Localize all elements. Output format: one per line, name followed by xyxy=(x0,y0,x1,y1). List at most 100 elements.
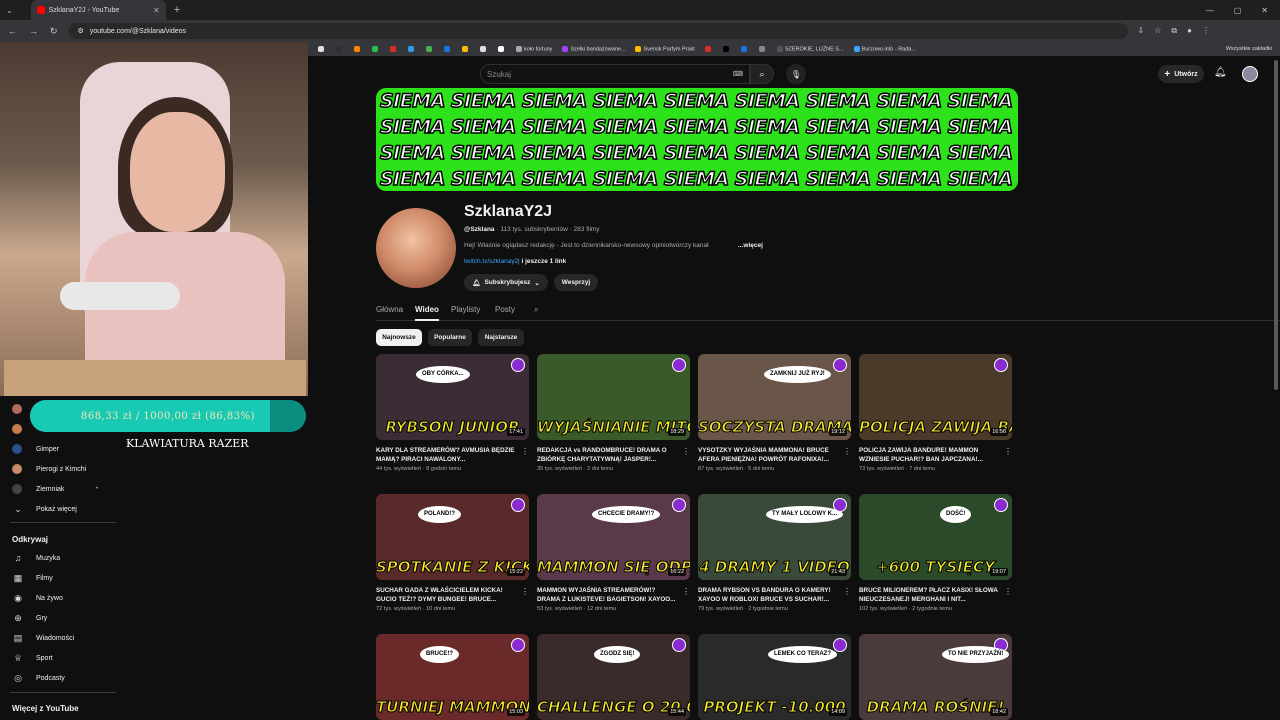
video-menu-icon[interactable]: ⋮ xyxy=(521,587,529,596)
channel-description[interactable]: Hej! Właśnie oglądasz redakcję - Jest to… xyxy=(464,242,709,249)
tab-search-icon[interactable]: ⌄ xyxy=(6,6,13,15)
chip-newest[interactable]: Najnowsze xyxy=(376,329,422,346)
close-tab-icon[interactable]: ✕ xyxy=(153,6,160,15)
back-icon[interactable]: ← xyxy=(8,26,17,37)
video-card[interactable]: TY MAŁY LOLOWY K... 4 DRAMY 1 VIDEO 21:43 D… xyxy=(698,494,851,612)
sidebar-subscription[interactable] xyxy=(12,424,36,434)
bookmark-item[interactable] xyxy=(740,45,749,52)
bell-icon[interactable]: 🔔︎ xyxy=(1214,67,1227,78)
subscribe-button[interactable]: 🔔︎ Subskrybujesz ⌄ xyxy=(464,274,548,291)
new-tab-icon[interactable]: + xyxy=(174,4,180,16)
video-menu-icon[interactable]: ⋮ xyxy=(1004,587,1012,596)
sidebar-item-news[interactable]: ▤ Wiadomości xyxy=(12,633,74,644)
profile-icon[interactable]: ● xyxy=(1187,26,1192,36)
all-bookmarks[interactable]: Wszystkie zakładki xyxy=(1226,46,1280,52)
video-card[interactable]: CHCECIE DRAMY!? MAMMON SIĘ ODPALIŁ16:22 MA… xyxy=(537,494,690,612)
sidebar-item-live[interactable]: ◉ Na żywo xyxy=(12,593,63,604)
video-card[interactable]: DOŚĆ! +600 TYSIĘCY 19:07 BRUCE MILIONEREM? … xyxy=(859,494,1012,612)
page-scrollbar[interactable] xyxy=(1274,60,1278,390)
bookmark-item[interactable]: Burzowo.info - Rada... xyxy=(853,45,916,52)
sidebar-item-podcasts[interactable]: ◎ Podcasty xyxy=(12,673,65,684)
video-title[interactable]: BRUCE MILIONEREM? PŁACZ KASIX! SŁOWA NIE… xyxy=(859,586,1012,604)
minimize-icon[interactable]: — xyxy=(1206,6,1214,15)
video-thumbnail[interactable]: OBY CÓRKA... RYBSON JUNIOR 17:41 xyxy=(376,354,529,440)
bookmark-item[interactable] xyxy=(354,45,362,52)
bookmark-item[interactable] xyxy=(426,45,434,52)
user-avatar[interactable] xyxy=(1242,66,1258,82)
bookmark-item[interactable] xyxy=(390,45,398,52)
video-title[interactable]: REDAKCJA vs RANDOMBRUCE! DRAMA O ZBIÓRKĘ… xyxy=(537,446,690,464)
bookmark-item[interactable]: Svensk Parfym Prakt xyxy=(635,45,695,52)
menu-icon[interactable]: ⋮ xyxy=(1202,26,1210,36)
support-button[interactable]: Wesprzyj xyxy=(554,274,598,291)
bookmark-item[interactable] xyxy=(758,45,767,52)
video-thumbnail[interactable]: LEMEK CO TERAZ? PROJEKT -10.000 14:09 xyxy=(698,634,851,720)
sidebar-subscription[interactable] xyxy=(12,404,36,414)
video-card[interactable]: POLAND!? SPOTKANIE Z KICKIEM15:22 SUCHAR G… xyxy=(376,494,529,612)
bookmark-item[interactable] xyxy=(444,45,452,52)
bookmark-star-icon[interactable]: ☆ xyxy=(1154,26,1161,36)
sidebar-subscription-pierogi[interactable]: Pierogi z Kimchi xyxy=(12,464,86,474)
bookmark-item[interactable] xyxy=(408,45,416,52)
install-icon[interactable]: ⇩ xyxy=(1138,26,1145,36)
video-thumbnail[interactable]: WYJAŚNIANIE MITOM18:29 xyxy=(537,354,690,440)
sidebar-item-sport[interactable]: ♕ Sport xyxy=(12,653,53,664)
description-more-link[interactable]: ...więcej xyxy=(738,242,763,249)
video-card[interactable]: OBY CÓRKA... RYBSON JUNIOR 17:41 KARY DLA S… xyxy=(376,354,529,472)
bookmark-item[interactable] xyxy=(498,45,506,52)
video-title[interactable]: POLICJA ZAWIJA BANDURE! MAMMON WZNIESIE … xyxy=(859,446,1012,464)
tab-videos[interactable]: Wideo xyxy=(415,305,439,314)
forward-icon[interactable]: → xyxy=(29,26,38,37)
tab-home[interactable]: Główna xyxy=(376,305,403,314)
bookmark-item[interactable] xyxy=(722,45,731,52)
video-thumbnail[interactable]: ZAMKNIJ JUŻ RYJ! SOCZYSTA DRAMA 19:12 xyxy=(698,354,851,440)
video-card[interactable]: BRUCE!? TURNIEJ MAMMONA 15:03 xyxy=(376,634,529,720)
sidebar-item-music[interactable]: ♫ Muzyka xyxy=(12,553,61,563)
tab-posts[interactable]: Posty xyxy=(495,305,515,314)
bookmark-item[interactable] xyxy=(480,45,488,52)
video-card[interactable]: POLICJA ZAWIJA BANDĘ!16:56 POLICJA ZAWIJA… xyxy=(859,354,1012,472)
show-more-button[interactable]: ⌄ Pokaż więcej xyxy=(12,504,77,515)
voice-search-button[interactable]: 🎙 xyxy=(786,64,806,84)
bookmark-item[interactable]: koło fortuny xyxy=(516,45,552,52)
search-input[interactable]: Szukaj ⌨ xyxy=(480,64,750,84)
video-thumbnail[interactable]: BRUCE!? TURNIEJ MAMMONA 15:03 xyxy=(376,634,529,720)
video-title[interactable]: KARY DLA STREAMERÓW? AVMUSIA BĘDZIE MAMĄ… xyxy=(376,446,529,464)
bookmark-item[interactable] xyxy=(704,45,713,52)
channel-search-icon[interactable]: ⌕ xyxy=(534,305,538,315)
video-menu-icon[interactable]: ⋮ xyxy=(682,587,690,596)
video-card[interactable]: ZGODZ SIĘ! CHALLENGE O 20.000ZŁ15:44 xyxy=(537,634,690,720)
bookmark-item[interactable] xyxy=(318,45,326,52)
create-button[interactable]: + Utwórz xyxy=(1158,65,1204,83)
twitch-link[interactable]: twitch.tv/szklanay2j xyxy=(464,258,520,265)
bookmark-item[interactable] xyxy=(462,45,470,52)
bookmark-item[interactable] xyxy=(372,45,380,52)
browser-tab[interactable]: SzklanaY2J - YouTube ✕ xyxy=(30,0,166,20)
more-links[interactable]: i jeszcze 1 link xyxy=(521,258,566,265)
video-thumbnail[interactable]: DOŚĆ! +600 TYSIĘCY 19:07 xyxy=(859,494,1012,580)
video-thumbnail[interactable]: TY MAŁY LOLOWY K... 4 DRAMY 1 VIDEO 21:43 xyxy=(698,494,851,580)
tab-playlists[interactable]: Playlisty xyxy=(451,305,480,314)
keyboard-icon[interactable]: ⌨ xyxy=(733,70,743,78)
sidebar-subscription-ziemniak[interactable]: Ziemniak • xyxy=(12,484,98,494)
video-title[interactable]: MAMMON WYJAŚNIA STREAMERÓW!? DRAMA Z LUK… xyxy=(537,586,690,604)
video-thumbnail[interactable]: CHCECIE DRAMY!? MAMMON SIĘ ODPALIŁ16:22 xyxy=(537,494,690,580)
video-menu-icon[interactable]: ⋮ xyxy=(843,587,851,596)
video-title[interactable]: SUCHAR GADA Z WŁAŚCICIELEM KICKA! GUCIO … xyxy=(376,586,529,604)
url-input[interactable]: ⚙ youtube.com/@Szklana/videos xyxy=(67,23,1128,39)
sidebar-item-gaming[interactable]: ⊕ Gry xyxy=(12,613,47,624)
maximize-icon[interactable]: ▢ xyxy=(1234,6,1242,15)
video-title[interactable]: DRAMA RYBSON VS BANDURA O KAMERY! XAYOO … xyxy=(698,586,851,604)
video-thumbnail[interactable]: POLICJA ZAWIJA BANDĘ!16:56 xyxy=(859,354,1012,440)
channel-avatar[interactable] xyxy=(376,208,456,288)
video-card[interactable]: LEMEK CO TERAZ? PROJEKT -10.000 14:09 xyxy=(698,634,851,720)
video-thumbnail[interactable]: ZGODZ SIĘ! CHALLENGE O 20.000ZŁ15:44 xyxy=(537,634,690,720)
chip-oldest[interactable]: Najstarsze xyxy=(478,329,524,346)
video-menu-icon[interactable]: ⋮ xyxy=(843,447,851,456)
bookmark-item[interactable]: Szelki bandażowane... xyxy=(562,45,625,52)
close-window-icon[interactable]: ✕ xyxy=(1261,6,1268,15)
site-info-icon[interactable]: ⚙ xyxy=(78,27,84,35)
video-thumbnail[interactable]: POLAND!? SPOTKANIE Z KICKIEM15:22 xyxy=(376,494,529,580)
sidebar-subscription-gimper[interactable]: Gimper xyxy=(12,444,59,454)
sidebar-item-movies[interactable]: ▦ Filmy xyxy=(12,573,53,584)
